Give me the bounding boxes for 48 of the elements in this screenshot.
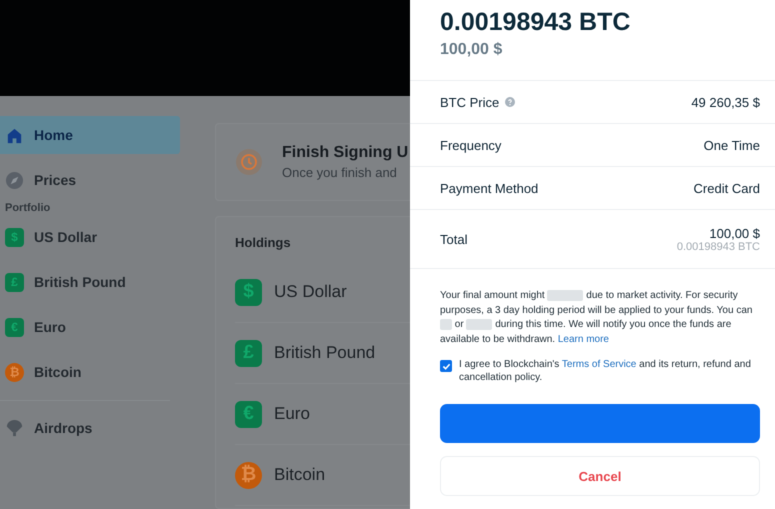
cancel-button[interactable]: Cancel xyxy=(440,456,760,496)
holding-name: British Pound xyxy=(274,343,376,363)
crypto-amount: 0.00198943 BTC xyxy=(439,7,632,37)
row-label: BTC Price xyxy=(440,94,500,110)
fiat-amount: 100,00 $ xyxy=(439,40,504,59)
sidebar-item[interactable]: £ British Pound xyxy=(0,263,180,301)
row-value: One Time xyxy=(704,138,760,152)
holding-name: Bitcoin xyxy=(274,465,326,485)
clock-icon xyxy=(236,149,262,175)
blurred-text xyxy=(547,290,584,301)
sidebar-item[interactable]: ₿ Bitcoin xyxy=(0,353,180,391)
blurred-text xyxy=(440,318,452,330)
agreement-text: I agree to Blockchain's Terms of Service and its return, refund and cancellation policy. xyxy=(459,359,752,384)
agree-checkbox[interactable] xyxy=(440,360,452,372)
holding-name: US Dollar xyxy=(274,282,347,302)
currency-icon: £ xyxy=(235,340,262,366)
currency-icon: £ xyxy=(5,272,24,292)
help-icon[interactable] xyxy=(505,97,516,107)
sidebar-item[interactable]: € Euro xyxy=(0,308,180,346)
row-value: Credit Card xyxy=(694,180,760,196)
compass-icon xyxy=(5,170,24,190)
currency-icon: ₿ xyxy=(235,462,262,488)
disclaimer-text: Your final amount might due to market activity. For security purposes, a 3 day holding period will be applied to your funds. You can or during this time. We will notify you once the funds are available to be withdrawn. Learn more xyxy=(439,288,754,346)
card-title: Finish Signing U xyxy=(282,144,408,162)
row-secondary-value: 0.00198943 BTC xyxy=(676,240,760,252)
sidebar-item[interactable]: Prices xyxy=(0,161,180,199)
balloon-icon xyxy=(5,418,24,438)
holding-name: Euro xyxy=(274,404,310,424)
blurred-text xyxy=(466,318,492,330)
sidebar-item[interactable]: Home xyxy=(0,116,180,154)
section-heading: Portfolio xyxy=(4,202,52,214)
row-value: 100,00 $ xyxy=(708,226,760,240)
sidebar-item[interactable]: Airdrops xyxy=(0,409,180,447)
signup-card[interactable]: Finish Signing U Once you finish and xyxy=(215,123,410,201)
row-label: Payment Method xyxy=(440,180,538,196)
currency-icon: € xyxy=(5,318,24,336)
sidebar-item[interactable]: $ US Dollar xyxy=(0,218,180,256)
row-label: Frequency xyxy=(440,138,502,152)
currency-icon: € xyxy=(235,400,262,428)
currency-icon: ₿ xyxy=(5,362,24,382)
row-label: Total xyxy=(440,232,468,246)
terms-link[interactable]: Terms of Service xyxy=(562,359,636,370)
card-subtitle: Once you finish and xyxy=(282,165,398,180)
learn-more-link[interactable]: Learn more xyxy=(558,334,609,344)
currency-icon: $ xyxy=(235,278,262,306)
row-value: 49 260,35 $ xyxy=(691,94,760,110)
currency-icon: $ xyxy=(5,228,24,246)
holdings-title: Holdings xyxy=(235,235,292,250)
